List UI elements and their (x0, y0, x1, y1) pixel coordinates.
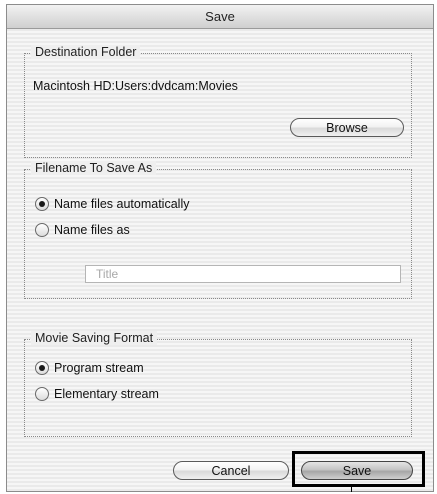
movie-format-title: Movie Saving Format (31, 331, 158, 345)
window-title: Save (7, 5, 433, 29)
radio-label: Name files as (54, 223, 130, 237)
radio-elementary-stream[interactable]: Elementary stream (35, 386, 159, 402)
radio-button-selected[interactable] (35, 361, 49, 375)
radio-button[interactable] (35, 387, 49, 401)
radio-label: Program stream (54, 361, 144, 375)
radio-button[interactable] (35, 223, 49, 237)
browse-button[interactable]: Browse (290, 118, 404, 137)
filename-group: Filename To Save As Name files automatic… (24, 161, 412, 299)
destination-path: Macintosh HD:Users:dvdcam:Movies (33, 79, 238, 93)
destination-folder-title: Destination Folder (31, 45, 141, 59)
radio-label: Name files automatically (54, 197, 190, 211)
save-dialog: Save Destination Folder Macintosh HD:Use… (6, 4, 434, 492)
radio-button-selected[interactable] (35, 197, 49, 211)
title-input[interactable] (85, 265, 401, 283)
movie-saving-format-group: Movie Saving Format Program stream Eleme… (24, 331, 412, 437)
radio-name-automatically[interactable]: Name files automatically (35, 196, 189, 212)
pointer-tick (351, 487, 352, 492)
filename-group-title: Filename To Save As (31, 161, 157, 175)
radio-label: Elementary stream (54, 387, 159, 401)
radio-name-files-as[interactable]: Name files as (35, 222, 130, 238)
highlight-frame (292, 451, 425, 487)
destination-folder-group: Destination Folder Macintosh HD:Users:dv… (24, 45, 412, 158)
radio-program-stream[interactable]: Program stream (35, 360, 144, 376)
cancel-button[interactable]: Cancel (173, 461, 289, 480)
